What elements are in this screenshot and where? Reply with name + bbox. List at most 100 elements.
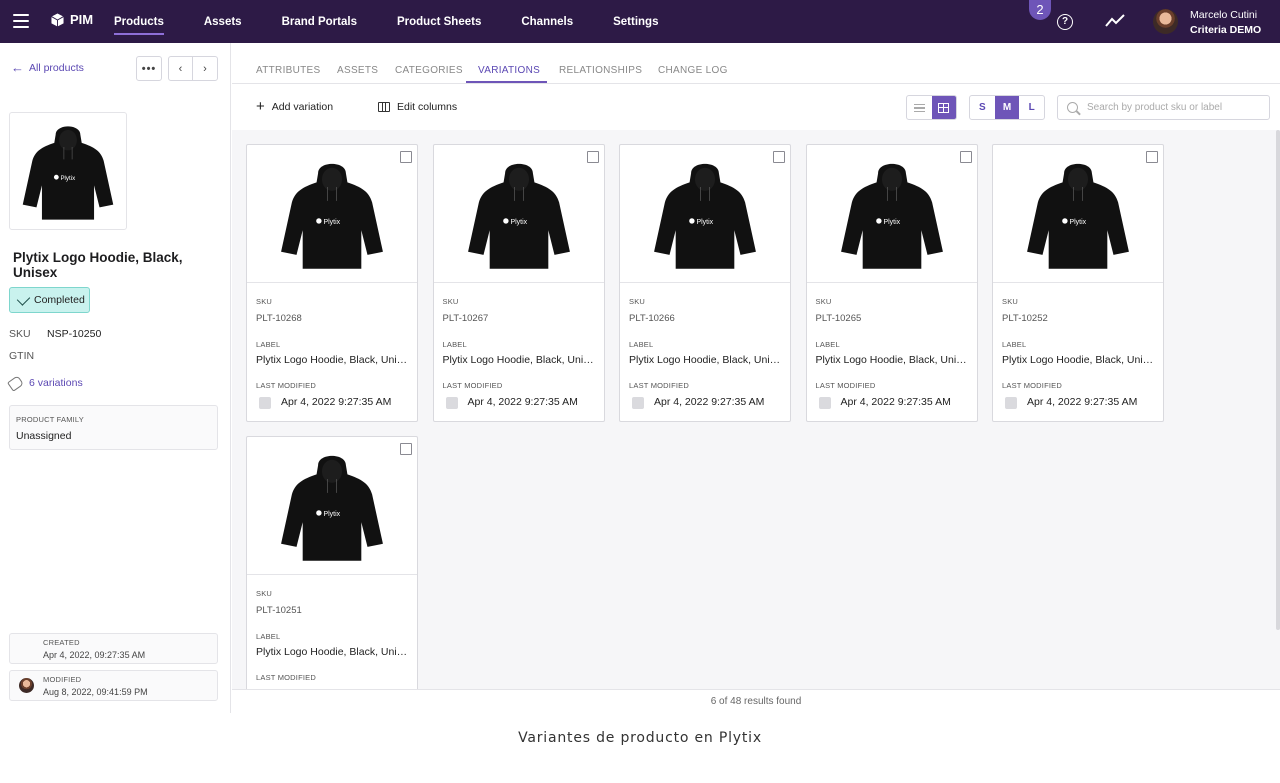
nav-assets[interactable]: Assets — [204, 0, 242, 43]
back-to-all-products-link[interactable]: ← All products — [11, 60, 84, 75]
hoodie-print-text: Plytix — [1070, 219, 1087, 226]
results-count: 6 of 48 results found — [232, 689, 1280, 713]
select-checkbox[interactable] — [1146, 151, 1158, 163]
back-link-label: All products — [29, 62, 84, 74]
variation-image[interactable]: Plytix — [247, 145, 417, 283]
status-badge[interactable]: Completed — [9, 287, 90, 313]
variation-image[interactable]: Plytix — [620, 145, 790, 283]
select-checkbox[interactable] — [400, 443, 412, 455]
search-field[interactable] — [1057, 95, 1270, 120]
tab-attributes[interactable]: ATTRIBUTES — [256, 65, 320, 76]
sku-label: SKU — [9, 328, 31, 340]
variation-card[interactable]: Plytix SKU PLT-10268 LABEL Plytix Logo Hoodi… — [246, 144, 418, 422]
user-menu[interactable]: Marcelo Cutini Criteria DEMO — [1190, 8, 1261, 38]
variation-card[interactable]: Plytix SKU PLT-10252 LABEL Plytix Logo Hoodi… — [992, 144, 1164, 422]
nav-settings[interactable]: Settings — [613, 0, 658, 43]
notification-badge[interactable]: 2 — [1029, 0, 1051, 20]
hoodie-print-text: Plytix — [510, 219, 527, 226]
variations-link[interactable]: 6 variations — [7, 374, 83, 392]
last-modified-value: Apr 4, 2022 9:27:35 AM — [1027, 396, 1138, 408]
search-icon — [1067, 102, 1078, 113]
list-view-button[interactable] — [907, 96, 932, 119]
sku-label: SKU — [629, 297, 646, 306]
variation-card[interactable]: Plytix SKU PLT-10267 LABEL Plytix Logo Hoodi… — [432, 144, 605, 422]
last-modified-label: LAST MODIFIED — [442, 381, 503, 390]
label-value: Plytix Logo Hoodie, Black, Unisex — [815, 354, 971, 366]
tab-change-log[interactable]: CHANGE LOG — [658, 65, 728, 76]
nav-product-sheets[interactable]: Product Sheets — [397, 0, 481, 43]
modified-label: MODIFIED — [43, 675, 82, 684]
select-checkbox[interactable] — [773, 151, 785, 163]
size-m-button[interactable]: M — [994, 96, 1020, 119]
label-value: Plytix Logo Hoodie, Black, Unisex — [629, 354, 784, 366]
modified-value: Aug 8, 2022, 09:41:59 PM — [43, 687, 148, 697]
variation-card[interactable]: Plytix SKU PLT-10266 LABEL Plytix Logo Hoodi… — [619, 144, 791, 422]
edit-columns-button[interactable]: Edit columns — [378, 101, 457, 113]
size-s-button[interactable]: S — [970, 96, 995, 119]
label-label: LABEL — [442, 340, 467, 349]
nav-brand-portals[interactable]: Brand Portals — [282, 0, 357, 43]
label-label: LABEL — [256, 632, 281, 641]
hoodie-image: Plytix — [1027, 163, 1129, 269]
label-value: Plytix Logo Hoodie, Black, Unisex — [256, 354, 411, 366]
variation-card[interactable]: Plytix SKU PLT-10251 LABEL Plytix Logo Hoodi… — [246, 436, 418, 689]
select-checkbox[interactable] — [400, 151, 412, 163]
cube-icon — [1005, 397, 1017, 409]
arrow-left-icon: ← — [11, 60, 24, 75]
next-product-button[interactable]: › — [192, 56, 218, 81]
user-org: Criteria DEMO — [1190, 24, 1262, 36]
product-family-field[interactable]: PRODUCT FAMILY Unassigned — [9, 405, 218, 450]
scrollbar[interactable] — [1276, 130, 1280, 630]
label-label: LABEL — [256, 340, 281, 349]
main-content: ATTRIBUTES ASSETS CATEGORIES VARIATIONS … — [232, 43, 1280, 713]
add-variation-button[interactable]: + Add variation — [256, 99, 333, 114]
variation-image[interactable]: Plytix — [247, 437, 417, 575]
label-value: Plytix Logo Hoodie, Black, Unisex — [1002, 354, 1157, 366]
tab-assets[interactable]: ASSETS — [337, 65, 378, 76]
activity-icon[interactable] — [1105, 14, 1125, 28]
variation-image[interactable]: Plytix — [433, 145, 604, 283]
help-icon[interactable]: ? — [1057, 14, 1073, 30]
variation-image[interactable]: Plytix — [806, 145, 977, 283]
user-name: Marcelo Cutini — [1190, 9, 1258, 21]
variation-card[interactable]: Plytix SKU PLT-10265 LABEL Plytix Logo Hoodi… — [805, 144, 978, 422]
previous-product-button[interactable]: ‹ — [168, 56, 193, 81]
hoodie-image: Plytix — [22, 126, 114, 220]
hoodie-image: Plytix — [281, 455, 383, 561]
product-family-label: PRODUCT FAMILY — [16, 415, 84, 424]
avatar[interactable] — [1153, 9, 1178, 34]
list-icon — [913, 103, 925, 112]
grid-view-button[interactable] — [931, 96, 956, 119]
nav-channels[interactable]: Channels — [521, 0, 573, 43]
search-input[interactable] — [1087, 102, 1257, 113]
sku-value: PLT-10267 — [442, 313, 489, 324]
select-checkbox[interactable] — [586, 151, 599, 163]
label-label: LABEL — [629, 340, 654, 349]
gtin-row: GTIN — [9, 350, 34, 362]
view-mode-toggle — [906, 95, 957, 120]
more-options-button[interactable]: ••• — [136, 56, 162, 81]
top-nav-bar: PIM Products Assets Brand Portals Produc… — [0, 0, 1280, 43]
menu-icon[interactable] — [13, 14, 29, 28]
variation-image[interactable]: Plytix — [993, 145, 1163, 283]
select-checkbox[interactable] — [959, 151, 972, 163]
app-logo[interactable]: PIM — [51, 12, 93, 27]
product-main-image[interactable]: Plytix — [9, 112, 127, 230]
hoodie-print-text: Plytix — [324, 219, 341, 226]
modified-info: MODIFIED Aug 8, 2022, 09:41:59 PM — [9, 670, 218, 701]
tab-variations[interactable]: VARIATIONS — [478, 65, 540, 76]
cube-logo-icon — [51, 13, 64, 26]
last-modified-label: LAST MODIFIED — [1002, 381, 1062, 390]
created-info: CREATED Apr 4, 2022, 09:27:35 AM — [9, 633, 218, 664]
tab-categories[interactable]: CATEGORIES — [395, 65, 463, 76]
label-value: Plytix Logo Hoodie, Black, Unisex — [442, 354, 598, 366]
edit-columns-label: Edit columns — [397, 101, 458, 113]
tab-relationships[interactable]: RELATIONSHIPS — [559, 65, 642, 76]
nav-products[interactable]: Products — [114, 0, 164, 43]
checkmark-icon — [16, 291, 31, 306]
size-l-button[interactable]: L — [1019, 96, 1044, 119]
sku-value: PLT-10268 — [256, 313, 302, 324]
product-tabs: ATTRIBUTES ASSETS CATEGORIES VARIATIONS … — [232, 43, 1280, 84]
sku-label: SKU — [256, 297, 273, 306]
hoodie-image: Plytix — [840, 163, 943, 269]
